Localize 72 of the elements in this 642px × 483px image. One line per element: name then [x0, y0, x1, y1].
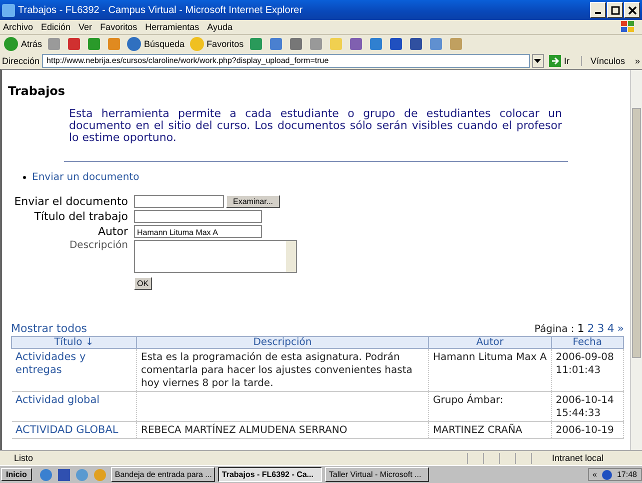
- address-label: Dirección: [2, 56, 40, 66]
- back-button[interactable]: Atrás: [3, 36, 42, 52]
- table-cell: 2006-10-14 15:44:33: [556, 395, 614, 419]
- arrow-icon: [548, 55, 561, 67]
- maximize-button[interactable]: [607, 2, 623, 18]
- menu-item[interactable]: Herramientas: [145, 22, 200, 32]
- scrollbar[interactable]: [630, 70, 642, 450]
- table-cell: Grupo Ámbar:: [433, 395, 504, 406]
- page-link[interactable]: 4: [607, 322, 614, 335]
- work-title-link[interactable]: Actividades y entregas: [16, 351, 132, 377]
- column-header[interactable]: Título ↓: [12, 336, 136, 348]
- address-field[interactable]: http://www.nebrija.es/cursos/claroline/work/work.php?display_upload_form=true: [42, 54, 530, 68]
- title-field[interactable]: [134, 210, 262, 223]
- page-link[interactable]: 1: [577, 322, 584, 335]
- table-cell: MARTINEZ CRAÑA: [433, 425, 522, 436]
- menu-item[interactable]: Archivo: [3, 22, 34, 32]
- work-title-link[interactable]: Actividad global: [16, 394, 132, 407]
- field-label: Enviar el documento: [13, 195, 128, 208]
- menu-item[interactable]: Ver: [78, 22, 92, 32]
- taskbar-button[interactable]: Taller Virtual - Microsoft ...: [324, 467, 429, 482]
- menu-item[interactable]: Edición: [41, 22, 71, 32]
- page-heading: Trabajos: [8, 84, 66, 98]
- table-cell: Hamann Lituma Max A: [433, 352, 547, 363]
- scrollbar[interactable]: [286, 241, 296, 272]
- ok-button[interactable]: OK: [134, 277, 152, 290]
- browse-button[interactable]: Examinar...: [226, 195, 280, 208]
- minimize-button[interactable]: [590, 2, 606, 18]
- file-field[interactable]: [134, 195, 224, 208]
- clock: 17:48: [616, 470, 637, 479]
- field-label: Autor: [96, 225, 128, 238]
- column-header[interactable]: Fecha: [551, 336, 624, 348]
- close-icon: [628, 6, 636, 14]
- page-link[interactable]: 2: [587, 322, 594, 335]
- description-field[interactable]: [134, 240, 297, 273]
- column-header[interactable]: Autor: [428, 336, 552, 348]
- maximize-icon: [610, 6, 620, 14]
- window-title: Trabajos - FL6392 - Campus Virtual - Microsoft Internet Explorer: [18, 4, 304, 16]
- expand-button[interactable]: «: [592, 470, 597, 479]
- next-link[interactable]: »: [617, 322, 624, 335]
- bullet-icon: [23, 176, 26, 179]
- menu-item[interactable]: Favoritos: [100, 22, 138, 32]
- author-field[interactable]: Hamann Lituma Max A: [134, 225, 262, 238]
- pager-label: Página :: [534, 324, 574, 335]
- intro-text: Esta herramienta permite a cada estudiante o grupo de estudiantes colocar un documento en el sitio del curso. Los documentos sólo serán visibles cuando el profesor lo estime oportuno.: [69, 108, 562, 144]
- work-title-link[interactable]: ACTIVIDAD GLOBAL: [16, 424, 132, 437]
- minimize-icon: [595, 12, 601, 14]
- close-button[interactable]: [624, 2, 640, 18]
- table-cell: Esta es la programación de esta asignatura. Podrán comentarla para hacer los ajustes convenientes hasta hoy viernes 8 por la tarde.: [141, 352, 412, 389]
- windows-flag-icon: [620, 20, 636, 34]
- favorites-button[interactable]: Favoritos: [188, 36, 244, 52]
- table-cell: 2006-10-19: [556, 425, 614, 436]
- table-cell: 2006-09-08 11:01:43: [556, 352, 614, 376]
- chevron-button[interactable]: »: [634, 56, 640, 66]
- menu-item[interactable]: Ayuda: [207, 22, 232, 32]
- go-button[interactable]: Ir: [548, 55, 570, 67]
- taskbar-button[interactable]: Bandeja de entrada para ...: [110, 467, 215, 482]
- dropdown-button[interactable]: [532, 54, 544, 68]
- taskbar-button[interactable]: Trabajos - FL6392 - Ca...: [218, 467, 322, 482]
- upload-link[interactable]: Enviar un documento: [32, 172, 140, 183]
- field-label: Descripción: [68, 240, 128, 251]
- search-button[interactable]: Búsqueda: [126, 36, 185, 52]
- show-all-link[interactable]: Mostrar todos: [11, 322, 88, 335]
- links-button[interactable]: Vínculos: [581, 56, 625, 66]
- table-cell: REBECA MARTÍNEZ ALMUDENA SERRANO: [141, 425, 348, 436]
- column-header[interactable]: Descripción: [136, 336, 428, 348]
- start-button[interactable]: Inicio: [1, 468, 32, 481]
- field-label: Título del trabajo: [33, 210, 128, 223]
- page-link[interactable]: 3: [597, 322, 604, 335]
- caret-icon: [534, 59, 542, 63]
- scroll-thumb[interactable]: [632, 108, 641, 358]
- status-text: Listo: [14, 453, 34, 463]
- zone-text: Intranet local: [552, 453, 605, 463]
